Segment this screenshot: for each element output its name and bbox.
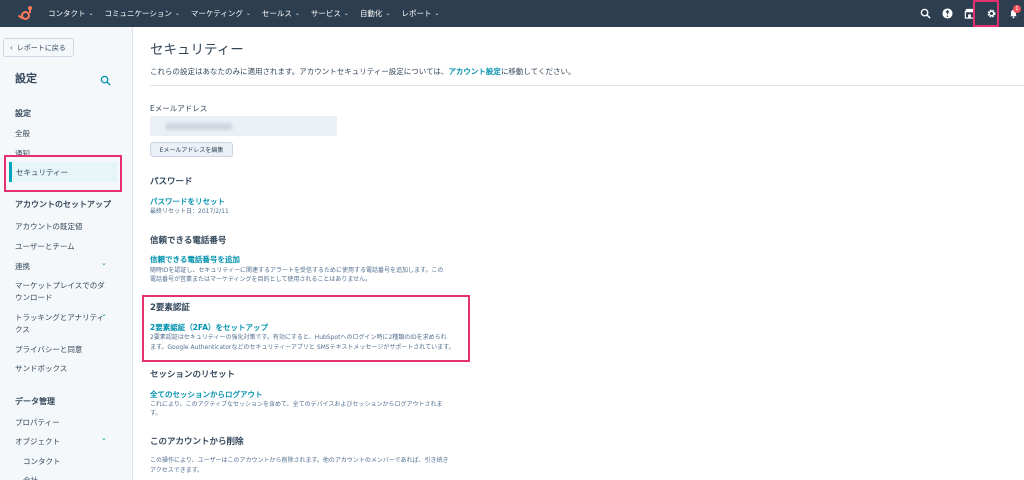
- sidebar-item-tracking-analytics[interactable]: トラッキングとアナリティ: [15, 312, 104, 323]
- chevron-down-icon: ⌄: [385, 10, 391, 17]
- sidebar-title: 設定: [15, 72, 37, 85]
- divider: [150, 85, 1024, 86]
- chevron-left-icon: ‹: [10, 43, 13, 52]
- chevron-down-icon[interactable]: ⌄: [101, 310, 107, 318]
- delete-account-desc-line1: この操作により、ユーザーはこのアカウントから削除されます。他のアカウントのメンバ…: [150, 457, 449, 464]
- nav-communications-label: コミュニケーション: [104, 9, 172, 18]
- chevron-down-icon: ⌄: [434, 10, 440, 17]
- sidebar-item-sandboxes[interactable]: サンドボックス: [15, 363, 67, 374]
- twofa-desc-line2: ます。Google Authenticatorなどのセキュリティーアプリと SM…: [150, 344, 455, 351]
- highlight-box-settings: [973, 0, 999, 27]
- help-icon[interactable]: [936, 0, 958, 27]
- chevron-down-icon[interactable]: ⌄: [101, 259, 107, 267]
- session-reset-heading: セッションのリセット: [150, 370, 236, 380]
- page-title: セキュリティー: [150, 42, 244, 58]
- password-heading: パスワード: [150, 177, 193, 187]
- nav-automation-label: 自動化: [359, 9, 383, 18]
- trusted-phone-desc-line2: 電話番号が営業またはマーケティングを目的として使用されることはありません。: [150, 276, 372, 283]
- sidebar-subitem-contacts[interactable]: コンタクト: [23, 456, 61, 467]
- notice-suffix: に移動してください。: [500, 67, 576, 76]
- twofa-heading: 2要素認証: [150, 303, 190, 313]
- nav-automation[interactable]: 自動化 ⌄: [360, 8, 391, 19]
- password-last-reset: 最終リセット日：2017/2/11: [150, 208, 229, 215]
- nav-reports-label: レポート: [401, 9, 432, 18]
- setup-2fa-link[interactable]: 2要素認証（2FA）をセットアップ: [150, 322, 268, 333]
- nav-marketing-label: マーケティング: [190, 9, 243, 18]
- chevron-down-icon: ⌄: [343, 10, 349, 17]
- trusted-phone-heading: 信頼できる電話番号: [150, 236, 227, 246]
- nav-service-label: サービス: [310, 9, 341, 18]
- delete-account-desc-line2: アクセスできます。: [150, 467, 204, 474]
- nav-service[interactable]: サービス ⌄: [311, 8, 349, 19]
- nav-sales[interactable]: セールス ⌄: [262, 8, 300, 19]
- nav-communications[interactable]: コミュニケーション ⌄: [105, 8, 180, 19]
- hubspot-logo-icon[interactable]: [17, 5, 34, 22]
- sidebar-subitem-companies[interactable]: 会社: [23, 475, 38, 480]
- session-reset-desc-line1: これにより、このアクティブなセッションを含めて、全てのデバイスおよびセッションか…: [150, 401, 443, 408]
- sidebar-section-settings: 設定: [15, 109, 31, 118]
- chevron-down-icon: ⌄: [174, 10, 180, 17]
- chevron-down-icon: ⌄: [88, 10, 94, 17]
- sidebar-item-account-defaults[interactable]: アカウントの既定値: [15, 221, 83, 232]
- delete-account-heading: このアカウントから削除: [150, 437, 244, 447]
- nav-contacts-label: コンタクト: [48, 9, 86, 18]
- settings-notice: これらの設定はあなたのみに適用されます。アカウントセキュリティー設定については、…: [150, 66, 576, 77]
- edit-email-button[interactable]: Eメールアドレスを編集: [150, 142, 233, 157]
- back-to-reports-button[interactable]: ‹ レポートに戻る: [3, 38, 74, 57]
- nav-marketing[interactable]: マーケティング ⌄: [191, 8, 251, 19]
- email-label: Eメールアドレス: [150, 104, 208, 113]
- bell-icon[interactable]: 1: [1002, 0, 1024, 27]
- reset-password-link[interactable]: パスワードをリセット: [150, 196, 225, 207]
- sidebar-item-marketplace-downloads-line2[interactable]: ウンロード: [15, 292, 53, 303]
- sidebar-item-privacy-consent[interactable]: プライバシーと同意: [15, 344, 82, 355]
- logout-all-sessions-link[interactable]: 全てのセッションからログアウト: [150, 389, 263, 400]
- chevron-down-icon: ⌄: [294, 10, 300, 17]
- notification-badge: 1: [1013, 5, 1021, 13]
- sidebar-section-account-setup: アカウントのセットアップ: [15, 200, 111, 209]
- chevron-down-icon[interactable]: ⌄: [101, 434, 107, 442]
- blurred-email-value: [166, 123, 232, 130]
- sidebar-item-tracking-analytics-line2[interactable]: クス: [15, 324, 30, 335]
- nav-reports[interactable]: レポート ⌄: [401, 8, 439, 19]
- chevron-down-icon: ⌄: [245, 10, 251, 17]
- security-settings-main: セキュリティー これらの設定はあなたのみに適用されます。アカウントセキュリティー…: [142, 27, 1024, 480]
- back-button-label: レポートに戻る: [16, 43, 66, 52]
- sidebar-item-integrations[interactable]: 連携: [15, 261, 30, 272]
- top-navigation-bar: コンタクト ⌄ コミュニケーション ⌄ マーケティング ⌄ セールス ⌄ サービス ⌄ 自…: [0, 0, 1024, 27]
- search-icon[interactable]: [100, 71, 111, 86]
- nav-contacts[interactable]: コンタクト ⌄: [48, 8, 94, 19]
- account-settings-link[interactable]: アカウント設定: [448, 67, 501, 76]
- search-icon[interactable]: [914, 0, 936, 27]
- session-reset-desc-line2: す。: [150, 410, 162, 417]
- sidebar-item-properties[interactable]: プロパティー: [15, 417, 60, 428]
- nav-sales-label: セールス: [261, 9, 292, 18]
- settings-sidebar: ‹ レポートに戻る 設定 設定 全般 通知 セキュリティー アカウントのセットア…: [0, 27, 133, 480]
- sidebar-item-marketplace-downloads[interactable]: マーケットプレイスでのダ: [15, 280, 105, 291]
- email-field: [150, 116, 337, 136]
- add-trusted-phone-link[interactable]: 信頼できる電話番号を追加: [150, 254, 240, 265]
- twofa-desc-line1: 2要素認証はセキュリティーの強化対策です。有効にすると、HubSpotへのログイ…: [150, 334, 447, 341]
- highlight-box-security: [4, 155, 122, 192]
- sidebar-item-objects[interactable]: オブジェクト: [15, 436, 60, 447]
- nav-right-icons: 1: [914, 0, 1024, 27]
- notice-prefix: これらの設定はあなたのみに適用されます。アカウントセキュリティー設定については、: [150, 67, 449, 76]
- sidebar-item-users-teams[interactable]: ユーザーとチーム: [15, 241, 75, 252]
- sidebar-section-data-management: データ管理: [15, 397, 55, 406]
- sidebar-item-general[interactable]: 全般: [15, 128, 30, 139]
